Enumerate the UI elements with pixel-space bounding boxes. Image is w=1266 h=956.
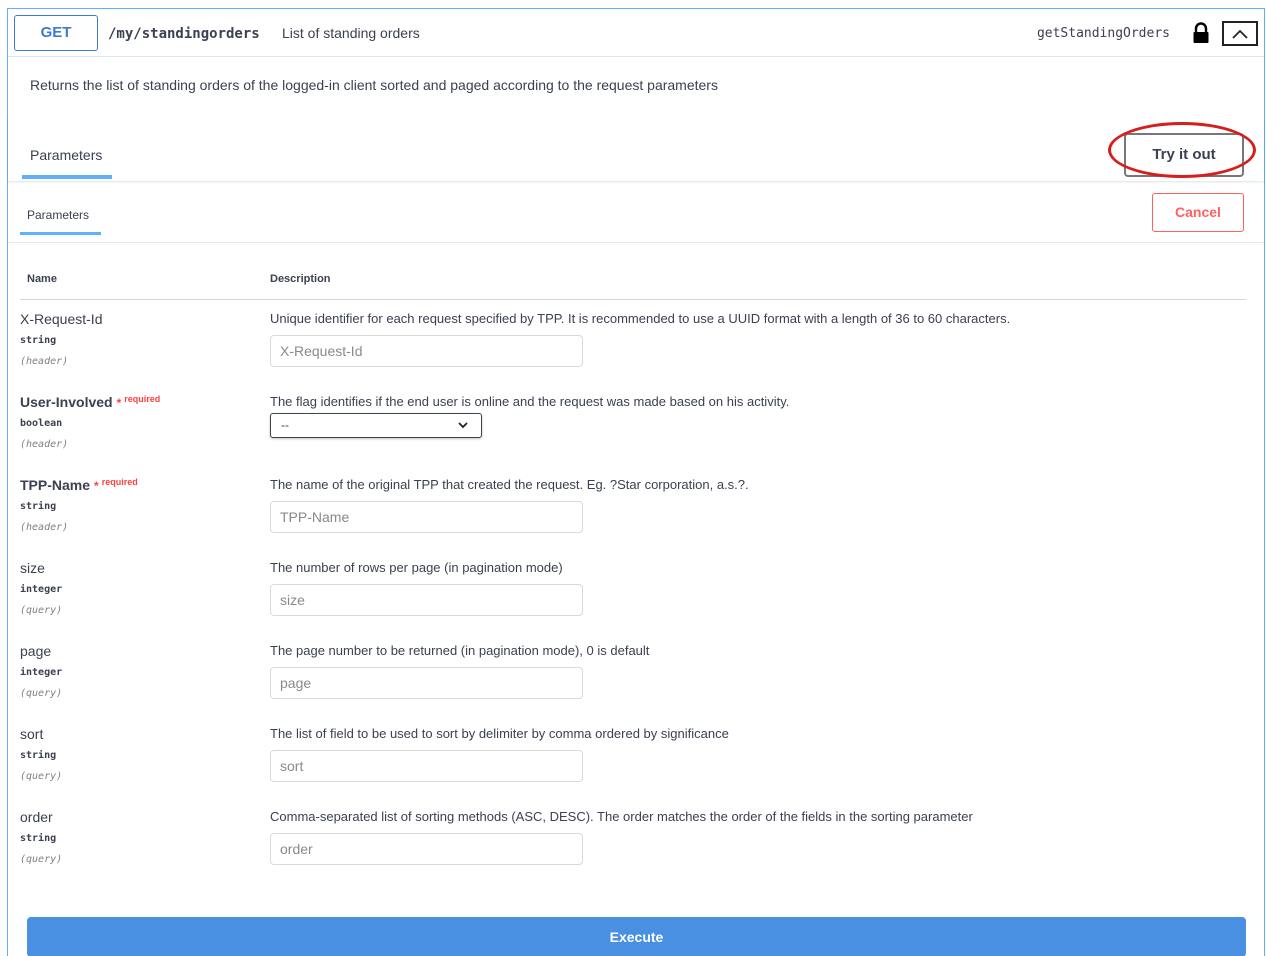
tpp-name-input[interactable] <box>270 501 583 533</box>
chevron-down-icon <box>458 422 468 429</box>
param-name-required: TPP-Name * required <box>20 477 138 493</box>
param-location: (query) <box>20 605 63 616</box>
param-row-order: order string (query) Comma-separated lis… <box>8 809 1264 892</box>
header-divider <box>20 299 1246 300</box>
user-involved-select[interactable]: -- <box>270 413 482 438</box>
param-name: TPP-Name <box>20 477 91 493</box>
parameters-header: Parameters Try it out <box>8 117 1264 181</box>
param-type: string <box>20 501 57 512</box>
param-row-sort: sort string (query) The list of field to… <box>8 726 1264 809</box>
execute-button[interactable]: Execute <box>27 917 1246 956</box>
param-description: The list of field to be used to sort by … <box>270 726 729 741</box>
size-input[interactable] <box>270 584 583 616</box>
page-input[interactable] <box>270 667 583 699</box>
param-name-required: User-Involved * required <box>20 394 160 410</box>
param-location: (header) <box>20 356 69 367</box>
param-location: (query) <box>20 854 63 865</box>
param-name: page <box>20 643 52 659</box>
collapse-button[interactable] <box>1222 21 1258 46</box>
column-header-name: Name <box>27 273 57 285</box>
operation-summary[interactable]: GET /my/standingorders List of standing … <box>8 9 1264 57</box>
param-row-size: size integer (query) The number of rows … <box>8 560 1264 643</box>
param-name: X-Request-Id <box>20 311 103 327</box>
param-description: The flag identifies if the end user is o… <box>270 394 790 409</box>
x-request-id-input[interactable] <box>270 335 583 367</box>
param-row-page: page integer (query) The page number to … <box>8 643 1264 726</box>
param-name: sort <box>20 726 44 742</box>
tab-parameters-edit[interactable]: Parameters <box>27 208 89 222</box>
param-description: Comma-separated list of sorting methods … <box>270 809 973 824</box>
required-star: * <box>116 396 122 410</box>
endpoint-path: /my/standingorders <box>108 26 260 42</box>
param-location: (query) <box>20 771 63 782</box>
param-type: integer <box>20 584 63 595</box>
param-type: integer <box>20 667 63 678</box>
tab-underline-edit <box>20 232 101 235</box>
tab-underline <box>22 175 112 179</box>
lock-icon[interactable] <box>1192 22 1210 44</box>
param-name: User-Involved <box>20 394 113 410</box>
sort-input[interactable] <box>270 750 583 782</box>
operation-block: GET /my/standingorders List of standing … <box>7 8 1265 956</box>
param-name: size <box>20 560 45 576</box>
highlight-ellipse <box>1108 122 1256 178</box>
chevron-up-icon <box>1232 29 1248 39</box>
column-header-description: Description <box>270 273 331 285</box>
param-row-x-request-id: X-Request-Id string (header) Unique iden… <box>8 311 1264 394</box>
param-description: The name of the original TPP that create… <box>270 477 749 492</box>
param-description: Unique identifier for each request speci… <box>270 311 1011 326</box>
required-star: * <box>94 479 99 493</box>
cancel-button[interactable]: Cancel <box>1152 193 1244 232</box>
param-type: string <box>20 750 57 761</box>
param-location: (header) <box>20 439 69 450</box>
operation-id: getStandingOrders <box>1036 26 1170 41</box>
param-row-tpp-name: TPP-Name * required string (header) The na… <box>8 477 1264 560</box>
select-value: -- <box>281 418 289 432</box>
param-type: string <box>20 833 57 844</box>
parameters-edit-header: Parameters Cancel <box>8 185 1264 243</box>
method-badge: GET <box>14 15 98 51</box>
tab-parameters[interactable]: Parameters <box>30 147 102 163</box>
required-tag: required <box>101 477 138 487</box>
param-row-user-involved: User-Involved * required boolean (header) … <box>8 394 1264 477</box>
required-tag: required <box>124 394 161 404</box>
param-description: The page number to be returned (in pagin… <box>270 643 650 658</box>
operation-description: Returns the list of standing orders of t… <box>8 58 1264 114</box>
param-location: (query) <box>20 688 63 699</box>
param-type: boolean <box>20 418 63 429</box>
endpoint-summary: List of standing orders <box>282 25 420 41</box>
param-name: order <box>20 809 53 825</box>
param-location: (header) <box>20 522 69 533</box>
description-text: Returns the list of standing orders of t… <box>30 77 718 93</box>
order-input[interactable] <box>270 833 583 865</box>
param-type: string <box>20 335 57 346</box>
param-description: The number of rows per page (in paginati… <box>270 560 563 575</box>
